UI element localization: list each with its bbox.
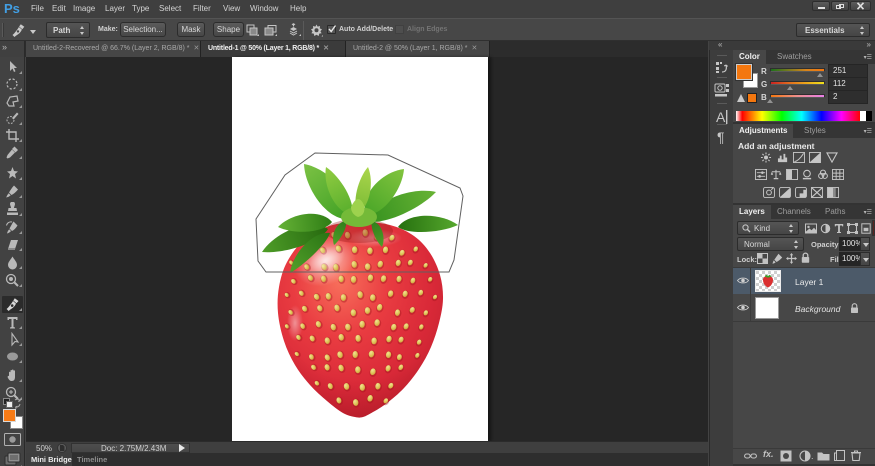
svg-text:A: A [716,109,726,125]
svg-text:¶: ¶ [717,129,725,145]
